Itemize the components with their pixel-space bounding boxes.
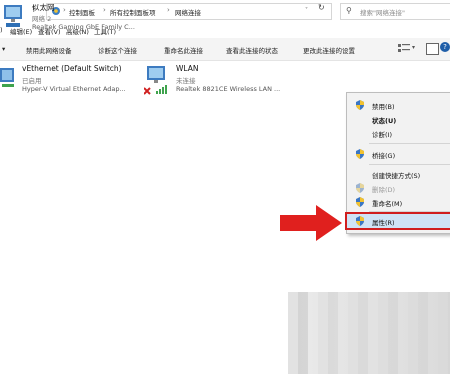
cm-rename[interactable]: 重命名(M) — [347, 195, 450, 209]
adapter-vethernet[interactable]: vEthernet (Default Switch) 已启用 Hyper-V V… — [0, 62, 140, 98]
cmd-change-settings[interactable]: 更改此连接的设置 — [303, 45, 355, 55]
adapter-name: WLAN — [176, 64, 199, 73]
menu-divider — [369, 164, 450, 165]
breadcrumb-separator-icon: › — [103, 6, 106, 14]
address-bar-row: ‹ ↑ › 控制面板 › 所有控制面板项 › 网络连接 ˅ ↻ ⚲ 搜索"网络连… — [0, 0, 450, 23]
cm-label: 诊断(I) — [372, 131, 392, 139]
breadcrumb-separator-icon: › — [63, 6, 66, 14]
adapter-status: 未连接 — [176, 77, 196, 85]
cm-label: 创建快捷方式(S) — [372, 172, 421, 180]
adapter-device: Realtek Gaming GbE Family C... — [32, 23, 135, 31]
cmd-diagnose[interactable]: 诊断这个连接 — [98, 45, 137, 55]
cm-label: 状态(U) — [372, 117, 397, 125]
breadcrumb-all-items[interactable]: 所有控制面板项 — [110, 7, 156, 17]
preview-pane-icon[interactable] — [426, 43, 439, 55]
shield-icon — [355, 216, 365, 226]
cm-label: 删除(D) — [372, 186, 396, 194]
cm-diagnose[interactable]: 诊断(I) — [347, 126, 450, 140]
cm-create-shortcut[interactable]: 创建快捷方式(S) — [347, 167, 450, 181]
search-icon: ⚲ — [346, 6, 352, 15]
refresh-icon[interactable]: ↻ — [318, 3, 325, 12]
menu-divider — [369, 143, 450, 144]
breadcrumb-control-panel[interactable]: 控制面板 — [69, 7, 95, 17]
red-arrow-icon — [278, 203, 344, 243]
blurred-watermark — [288, 292, 450, 374]
context-menu: 禁用(B) 状态(U) 诊断(I) 桥接(G) 创建快捷方式(S) 删除(D) … — [345, 92, 450, 234]
cm-properties[interactable]: 属性(R) — [345, 212, 450, 230]
cm-label: 重命名(M) — [372, 200, 403, 208]
ethernet-adapter-icon — [0, 64, 18, 88]
shield-icon — [355, 183, 365, 193]
help-icon[interactable]: ? — [440, 42, 450, 52]
cm-label: 禁用(B) — [372, 103, 395, 111]
shield-icon — [355, 197, 365, 207]
address-box[interactable]: › 控制面板 › 所有控制面板项 › 网络连接 ˅ — [46, 3, 332, 20]
adapter-wlan[interactable]: WLAN 未连接 Realtek 8821CE Wireless LAN ... — [143, 62, 294, 98]
cm-label: 属性(R) — [372, 219, 395, 227]
cm-status[interactable]: 状态(U) — [347, 112, 450, 126]
cm-label: 桥接(G) — [372, 152, 396, 160]
chevron-down-icon[interactable]: ˅ — [305, 7, 308, 14]
search-box[interactable]: ⚲ 搜索"网络连接" — [340, 3, 450, 20]
cmd-view-status[interactable]: 查看此连接的状态 — [226, 45, 278, 55]
adapter-status: 已启用 — [22, 77, 42, 85]
command-bar: ▾ 禁用此网络设备 诊断这个连接 重命名此连接 查看此连接的状态 更改此连接的设… — [0, 38, 450, 61]
breadcrumb-network-connections[interactable]: 网络连接 — [175, 7, 201, 17]
cm-bridge[interactable]: 桥接(G) — [347, 147, 450, 161]
cm-disable[interactable]: 禁用(B) — [347, 98, 450, 112]
adapter-name: 以太网 — [32, 3, 55, 12]
view-caret-icon[interactable]: ▾ — [412, 44, 415, 51]
adapter-device: Realtek 8821CE Wireless LAN ... — [176, 85, 281, 93]
ethernet-adapter-icon — [2, 3, 28, 31]
breadcrumb-separator-icon: › — [167, 6, 170, 14]
view-options-icon[interactable] — [398, 43, 410, 53]
adapter-status: 网络 2 — [32, 15, 52, 23]
organize-caret-icon[interactable]: ▾ — [2, 45, 5, 53]
cmd-disable-device[interactable]: 禁用此网络设备 — [26, 45, 72, 55]
menu-divider — [369, 211, 450, 212]
shield-icon — [355, 149, 365, 159]
adapter-device: Hyper-V Virtual Ethernet Adap... — [22, 85, 126, 93]
wlan-adapter-icon — [143, 64, 172, 96]
cm-delete: 删除(D) — [347, 181, 450, 195]
adapter-name: vEthernet (Default Switch) — [22, 64, 122, 73]
cmd-rename[interactable]: 重命名此连接 — [164, 45, 203, 55]
shield-icon — [355, 100, 365, 110]
search-placeholder: 搜索"网络连接" — [360, 9, 405, 17]
